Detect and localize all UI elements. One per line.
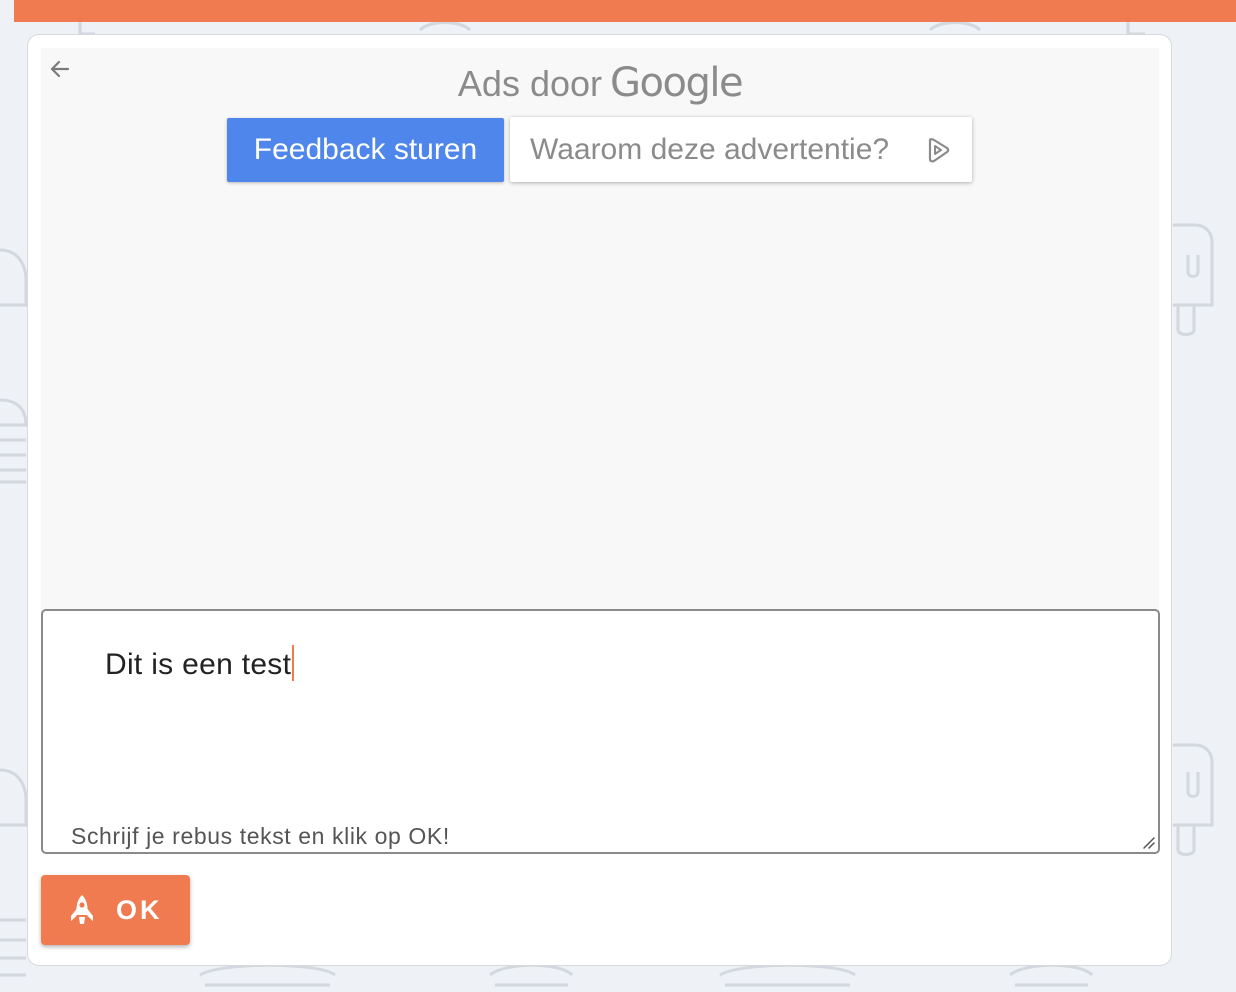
ok-button-label: OK xyxy=(116,895,163,925)
rebus-card: Ads door Google Feedback sturen Waarom de… xyxy=(27,34,1172,966)
ads-title-prefix: Ads door xyxy=(457,63,603,104)
why-this-ad-button[interactable]: Waarom deze advertentie? xyxy=(510,117,972,182)
rocket-icon xyxy=(71,895,93,924)
adchoices-icon xyxy=(928,138,950,163)
google-logo-text: Google xyxy=(610,60,744,106)
rebus-text-content: Dit is een test xyxy=(105,648,292,681)
rebus-text-value: Dit is een test xyxy=(105,645,295,682)
text-caret xyxy=(292,645,295,681)
rebus-text-input[interactable]: Dit is een test Schrijf je rebus tekst e… xyxy=(41,609,1160,854)
top-accent-bar xyxy=(14,0,1236,22)
why-this-ad-label: Waarom deze advertentie? xyxy=(530,133,890,166)
send-feedback-button[interactable]: Feedback sturen xyxy=(227,118,504,182)
resize-handle-icon[interactable] xyxy=(1140,834,1156,850)
ad-frame: Ads door Google Feedback sturen Waarom de… xyxy=(41,48,1159,623)
rebus-input-hint: Schrijf je rebus tekst en klik op OK! xyxy=(71,823,450,849)
ok-button[interactable]: OK xyxy=(41,875,190,945)
ads-by-google-title: Ads door Google xyxy=(41,60,1159,106)
